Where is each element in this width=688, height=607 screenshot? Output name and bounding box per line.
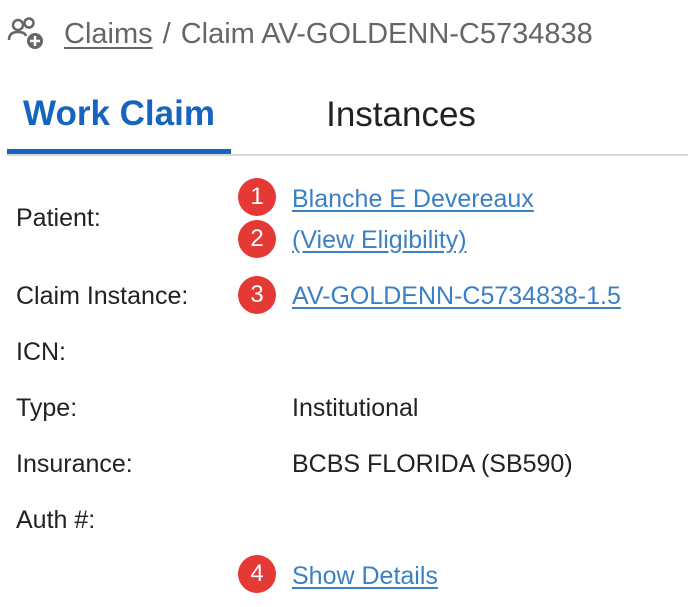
tab-work-claim[interactable]: Work Claim xyxy=(7,78,231,154)
type-value: Institutional xyxy=(292,394,419,422)
user-group-add-icon xyxy=(6,16,46,52)
marker-badge-2: 2 xyxy=(238,220,276,258)
marker-badge-1: 1 xyxy=(238,178,276,216)
claim-instance-label: Claim Instance: xyxy=(16,282,189,310)
insurance-label: Insurance: xyxy=(16,450,133,478)
patient-name-link[interactable]: Blanche E Devereaux xyxy=(292,185,534,214)
breadcrumb-current: Claim AV-GOLDENN-C5734838 xyxy=(180,17,593,50)
tab-instances[interactable]: Instances xyxy=(285,78,517,152)
icn-label: ICN: xyxy=(16,338,66,366)
view-eligibility-link[interactable]: (View Eligibility) xyxy=(292,226,467,255)
breadcrumb-claims-link[interactable]: Claims xyxy=(64,18,153,51)
patient-label: Patient: xyxy=(16,204,101,232)
marker-badge-4: 4 xyxy=(238,555,276,593)
breadcrumb-separator: / xyxy=(162,17,171,50)
marker-badge-3: 3 xyxy=(238,276,276,314)
breadcrumb: Claims / Claim AV-GOLDENN-C5734838 xyxy=(6,14,593,54)
insurance-value: BCBS FLORIDA (SB590) xyxy=(292,450,573,478)
type-label: Type: xyxy=(16,394,78,422)
auth-label: Auth #: xyxy=(16,506,96,534)
claim-instance-link[interactable]: AV-GOLDENN-C5734838-1.5 xyxy=(292,282,621,311)
show-details-link[interactable]: Show Details xyxy=(292,562,438,591)
tab-bar: Work Claim Instances xyxy=(7,78,688,156)
